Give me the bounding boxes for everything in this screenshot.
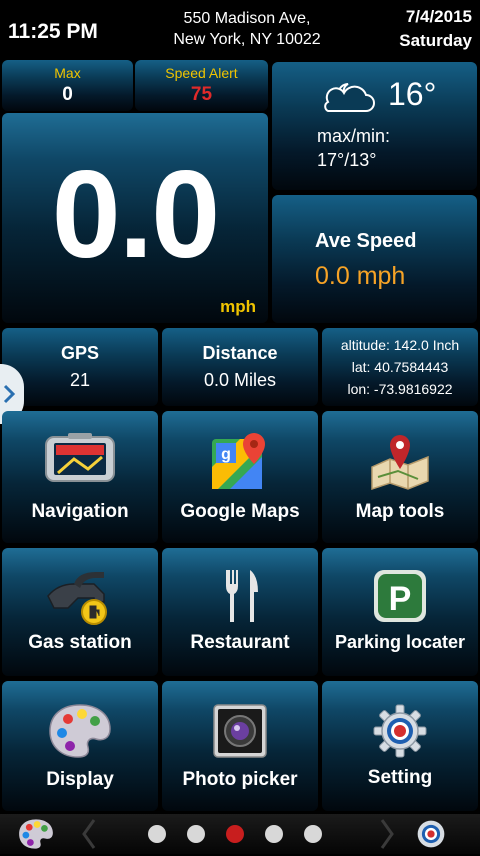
setting-label: Setting: [367, 767, 433, 788]
distance-tile[interactable]: Distance 0.0 Miles: [162, 328, 318, 406]
clock-time: 11:25 PM: [8, 20, 98, 43]
palette-icon[interactable]: [18, 818, 54, 855]
map-pin-icon: [322, 431, 478, 491]
page-dot[interactable]: [187, 825, 205, 843]
gps-device-icon: [2, 433, 158, 485]
speed-alert-tile[interactable]: Speed Alert 75: [135, 60, 268, 111]
google-maps-label: Google Maps: [180, 501, 300, 522]
svg-text:P: P: [389, 580, 412, 618]
altitude-value: altitude: 142.0 Inch: [340, 337, 460, 353]
app-restaurant-button[interactable]: Restaurant: [162, 548, 318, 676]
speed-alert-value: 75: [190, 84, 213, 105]
gps-tile[interactable]: GPS 21: [2, 328, 158, 406]
ave-speed-value: 0.0 mph: [315, 262, 406, 290]
address-line-2: New York, NY 10022: [173, 31, 321, 48]
max-min-label: max/min:: [317, 126, 391, 146]
display-label: Display: [46, 769, 114, 790]
restaurant-label: Restaurant: [190, 632, 290, 653]
weather-tile[interactable]: 16° max/min: 17°/13°: [272, 62, 477, 190]
svg-text:g: g: [221, 446, 231, 463]
average-speed-tile[interactable]: Ave Speed 0.0 mph: [272, 195, 477, 323]
app-gas-station-button[interactable]: Gas station: [2, 548, 158, 676]
distance-value: 0.0 Miles: [203, 370, 277, 390]
google-maps-icon: g: [162, 431, 318, 491]
max-speed-tile[interactable]: Max 0: [2, 60, 133, 111]
app-parking-locater-button[interactable]: P Parking locater: [322, 548, 478, 676]
app-display-button[interactable]: Display: [2, 681, 158, 811]
bottom-bar: [0, 814, 480, 854]
photo-picker-label: Photo picker: [182, 769, 298, 790]
weekday: Saturday: [399, 31, 472, 50]
current-address: 550 Madison Ave, New York, NY 10022: [162, 8, 332, 50]
app-map-tools-button[interactable]: Map tools: [322, 411, 478, 543]
app-photo-picker-button[interactable]: Photo picker: [162, 681, 318, 811]
max-min-value: 17°/13°: [317, 150, 377, 170]
fuel-nozzle-icon: [2, 566, 158, 626]
date: 7/4/2015: [405, 7, 472, 26]
parking-icon: P: [322, 568, 478, 624]
speedometer-tile[interactable]: 0.0 mph: [2, 113, 268, 323]
longitude-value: lon: -73.9816922: [347, 381, 453, 397]
page-dot-active[interactable]: [226, 825, 244, 843]
date-display: 7/4/2015 Saturday: [399, 5, 472, 53]
speed-unit: mph: [220, 297, 256, 316]
current-speed: 0.0: [51, 146, 220, 284]
gps-label: GPS: [60, 343, 99, 363]
chevron-right-icon: [3, 384, 16, 404]
chevron-left-icon[interactable]: [80, 818, 98, 850]
partly-cloudy-night-icon: [318, 78, 380, 119]
page-dot[interactable]: [304, 825, 322, 843]
navigation-label: Navigation: [31, 501, 129, 522]
address-line-1: 550 Madison Ave,: [183, 10, 311, 27]
gps-satellite-count: 21: [69, 370, 91, 390]
palette-icon: [2, 703, 158, 759]
current-temperature: 16°: [388, 76, 437, 112]
distance-label: Distance: [202, 343, 278, 363]
app-setting-button[interactable]: Setting: [322, 681, 478, 811]
parking-locater-label: Parking locater: [334, 632, 466, 652]
page-dot[interactable]: [148, 825, 166, 843]
gas-station-label: Gas station: [28, 632, 132, 653]
map-tools-label: Map tools: [355, 501, 445, 522]
speed-alert-label: Speed Alert: [165, 65, 238, 81]
camera-icon: [162, 703, 318, 759]
gear-icon[interactable]: [414, 817, 448, 856]
app-navigation-button[interactable]: Navigation: [2, 411, 158, 543]
max-value: 0: [62, 84, 73, 105]
max-label: Max: [54, 65, 81, 81]
latitude-value: lat: 40.7584443: [351, 359, 449, 375]
gear-icon: [322, 703, 478, 759]
fork-knife-icon: [162, 568, 318, 624]
ave-speed-label: Ave Speed: [315, 230, 417, 252]
page-dot[interactable]: [265, 825, 283, 843]
max-min-block: max/min: 17°/13°: [317, 124, 390, 172]
location-tile[interactable]: altitude: 142.0 Inch lat: 40.7584443 lon…: [322, 328, 478, 406]
app-google-maps-button[interactable]: g Google Maps: [162, 411, 318, 543]
chevron-right-icon[interactable]: [378, 818, 396, 850]
page-indicator[interactable]: [148, 825, 322, 843]
